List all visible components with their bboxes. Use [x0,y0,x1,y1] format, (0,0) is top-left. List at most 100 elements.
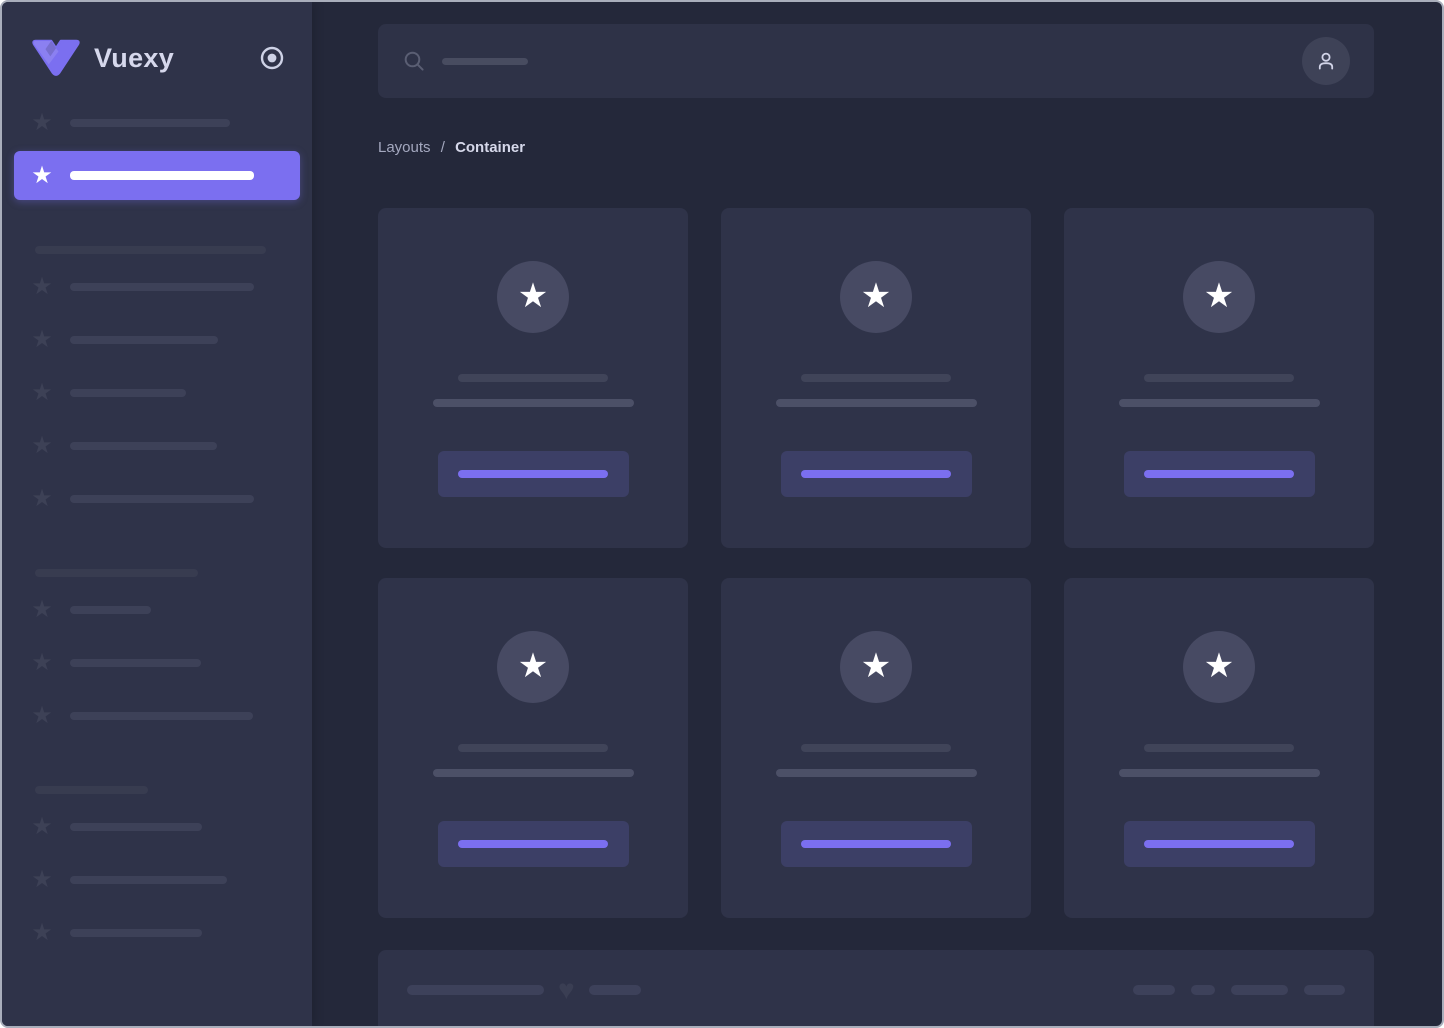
card-title-placeholder [458,744,608,752]
card-grid: ★ ★ ★ ★ ★ ★ [378,208,1374,918]
button-label-placeholder [458,470,608,478]
sidebar-item[interactable]: ★ [14,421,300,470]
card-avatar-circle: ★ [497,631,569,703]
menu-label-placeholder [70,711,253,720]
star-icon: ★ [1203,276,1235,315]
card-text-placeholder [432,769,634,777]
button-label-placeholder [1144,840,1294,848]
card-title-placeholder [458,374,608,382]
star-icon: ★ [860,276,892,315]
star-icon: ★ [31,325,53,353]
sidebar-item[interactable]: ★ [14,638,300,687]
card-text-placeholder [432,399,634,407]
footer-link-placeholder [1304,985,1345,995]
vuexy-logo-icon [32,39,80,76]
card-action-button[interactable] [1123,451,1315,497]
menu-label-placeholder [70,875,227,884]
user-icon [1318,52,1334,70]
sidebar-item[interactable]: ★ [14,855,300,904]
footer-link-placeholder [1133,985,1175,995]
sidebar-item[interactable]: ★ [14,98,300,147]
star-icon: ★ [31,484,53,512]
card: ★ [1064,578,1374,918]
star-icon: ★ [31,272,53,300]
star-icon: ★ [31,918,53,946]
menu-label-placeholder [70,171,254,180]
card-text-placeholder [775,399,977,407]
card-title-placeholder [1144,744,1294,752]
sidebar-item[interactable]: ★ [14,908,300,957]
card-action-button[interactable] [1123,821,1315,867]
main-content: Layouts / Container ★ ★ ★ ★ ★ ★ ♥ [312,2,1442,1026]
footer-link-placeholder [1231,985,1288,995]
star-icon: ★ [31,595,53,623]
sidebar-item[interactable]: ★ [14,474,300,523]
sidebar-menu: ★ ★ ★ ★ ★ ★ ★ ★ ★ ★ ★ ★ ★ [2,82,312,959]
breadcrumb-current: Container [455,139,526,156]
sidebar-item-active[interactable]: ★ [14,151,300,200]
user-avatar-button[interactable] [1302,37,1350,85]
sidebar-item[interactable]: ★ [14,691,300,740]
star-icon: ★ [31,378,53,406]
sidebar-item[interactable]: ★ [14,262,300,311]
card-action-button[interactable] [780,451,972,497]
search-input[interactable] [378,24,1374,98]
brand: Vuexy [2,34,312,82]
card-text-placeholder [1118,769,1320,777]
brand-name: Vuexy [94,42,175,73]
sidebar-item[interactable]: ★ [14,585,300,634]
footer-right-group [1133,985,1345,995]
menu-label-placeholder [70,494,254,503]
menu-pin-toggle-icon[interactable] [258,44,286,72]
button-label-placeholder [458,840,608,848]
breadcrumb-separator: / [440,139,445,156]
menu-label-placeholder [70,118,230,127]
star-icon: ★ [31,648,53,676]
footer-text-placeholder [588,985,641,995]
button-label-placeholder [801,840,951,848]
sidebar-item[interactable]: ★ [14,315,300,364]
breadcrumb-link-layouts[interactable]: Layouts [378,139,431,156]
card-text-placeholder [775,769,977,777]
card-text-placeholder [1118,399,1320,407]
menu-label-placeholder [70,605,151,614]
card: ★ [1064,208,1374,548]
menu-section-heading-placeholder [35,786,148,794]
star-icon: ★ [31,108,53,136]
card-title-placeholder [801,374,951,382]
card-avatar-circle: ★ [1183,261,1255,333]
footer-bar: ♥ [378,950,1374,1026]
card-avatar-circle: ★ [840,631,912,703]
app-window: Vuexy ★ ★ ★ ★ ★ ★ ★ ★ ★ ★ ★ ★ ★ Layouts / [0,0,1444,1028]
menu-label-placeholder [70,335,218,344]
card: ★ [378,208,688,548]
star-icon: ★ [860,646,892,685]
menu-label-placeholder [70,928,202,937]
star-icon: ★ [31,161,53,189]
sidebar-item[interactable]: ★ [14,802,300,851]
menu-label-placeholder [70,388,186,397]
menu-label-placeholder [70,441,217,450]
card-avatar-circle: ★ [840,261,912,333]
card-action-button[interactable] [437,821,629,867]
search-placeholder-bar [442,57,528,65]
menu-section-heading-placeholder [35,569,198,577]
card: ★ [378,578,688,918]
card: ★ [721,208,1031,548]
card-title-placeholder [801,744,951,752]
menu-label-placeholder [70,658,201,667]
card: ★ [721,578,1031,918]
footer-link-placeholder [1191,985,1215,995]
card-action-button[interactable] [437,451,629,497]
heart-icon: ♥ [558,974,575,1005]
star-icon: ★ [517,276,549,315]
sidebar: Vuexy ★ ★ ★ ★ ★ ★ ★ ★ ★ ★ ★ ★ ★ [2,2,312,1026]
button-label-placeholder [1144,470,1294,478]
star-icon: ★ [1203,646,1235,685]
menu-label-placeholder [70,822,202,831]
card-action-button[interactable] [780,821,972,867]
sidebar-item[interactable]: ★ [14,368,300,417]
menu-section-heading-placeholder [35,246,266,254]
breadcrumb: Layouts / Container [378,136,1374,160]
star-icon: ★ [31,701,53,729]
